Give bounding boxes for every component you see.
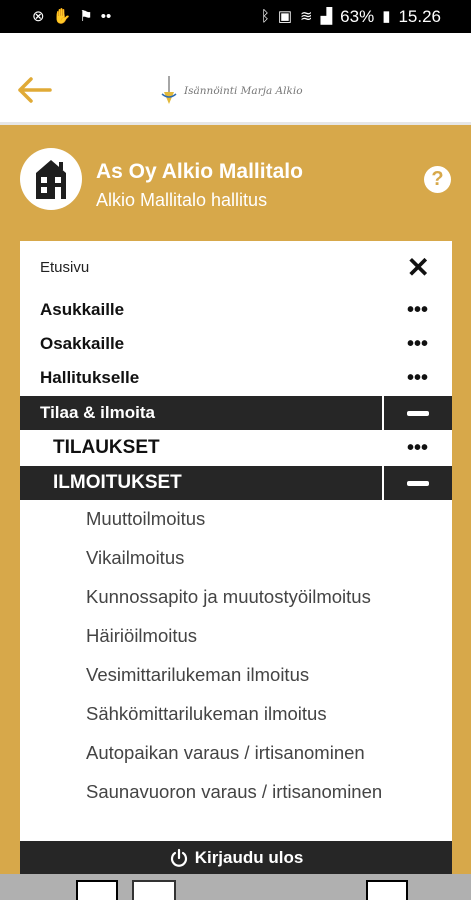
clock: 15.26 bbox=[398, 6, 441, 26]
logout-button[interactable]: Kirjaudu ulos bbox=[20, 841, 452, 874]
building-icon bbox=[36, 160, 66, 199]
logout-label: Kirjaudu ulos bbox=[194, 847, 304, 867]
more-icon[interactable]: ••• bbox=[407, 300, 428, 320]
building-title: As Oy Alkio Mallitalo bbox=[96, 160, 303, 183]
menu-item-label: Hallitukselle bbox=[40, 368, 140, 387]
company-logo: Isännöinti Marja Alkio bbox=[160, 71, 312, 111]
wifi-icon: ≋ bbox=[300, 8, 313, 25]
notification-link[interactable]: Saunavuoron varaus / irtisanominen bbox=[86, 781, 382, 803]
menu-item-tilaa-ilmoita[interactable]: Tilaa & ilmoita bbox=[20, 396, 452, 430]
pen-logo-icon bbox=[161, 76, 177, 104]
building-avatar bbox=[20, 148, 82, 210]
building-header: As Oy Alkio Mallitalo Alkio Mallitalo ha… bbox=[0, 128, 471, 238]
notification-link[interactable]: Vesimittarilukeman ilmoitus bbox=[86, 664, 309, 686]
battery-icon: ▮ bbox=[382, 8, 391, 25]
notification-link[interactable]: Häiriöilmoitus bbox=[86, 625, 197, 647]
menu-item-label: Asukkaille bbox=[40, 300, 125, 319]
power-icon bbox=[170, 848, 187, 867]
menu-item-ilmoitukset[interactable]: ILMOITUKSET bbox=[20, 466, 452, 500]
bottom-content-strip bbox=[0, 874, 471, 900]
more-icon[interactable]: ••• bbox=[407, 334, 428, 354]
back-button[interactable] bbox=[16, 75, 54, 105]
menu-item-label: Osakkaille bbox=[40, 334, 125, 353]
bluetooth-icon: ᛒ bbox=[260, 8, 270, 25]
notification-link[interactable]: Sähkömittarilukeman ilmoitus bbox=[86, 703, 327, 725]
flag-notification-icon: ⚑ bbox=[79, 8, 93, 25]
notification-link[interactable]: Vikailmoitus bbox=[86, 547, 184, 569]
content-thumbnail[interactable] bbox=[366, 880, 408, 900]
menu-item-label: ILMOITUKSET bbox=[53, 472, 182, 493]
menu-item-home[interactable]: Etusivu bbox=[40, 259, 89, 276]
arrow-left-icon bbox=[18, 77, 52, 103]
collapse-button[interactable] bbox=[382, 396, 452, 430]
menu-item-asukkaille[interactable]: Asukkaille ••• bbox=[20, 293, 452, 327]
settings-notification-icon: ⊗ bbox=[32, 8, 45, 25]
signal-icon: ▟ bbox=[320, 8, 333, 25]
collapse-button[interactable] bbox=[382, 466, 452, 500]
menu-item-osakkaille[interactable]: Osakkaille ••• bbox=[20, 327, 452, 361]
hand-notification-icon: ✋ bbox=[52, 8, 72, 25]
notification-link[interactable]: Muuttoilmoitus bbox=[86, 508, 205, 530]
more-icon[interactable]: ••• bbox=[407, 438, 428, 458]
more-icon[interactable]: ••• bbox=[407, 368, 428, 388]
app-bar: Isännöinti Marja Alkio bbox=[0, 33, 471, 125]
notification-link[interactable]: Kunnossapito ja muutostyöilmoitus bbox=[86, 586, 371, 608]
logo-text: Isännöinti Marja Alkio bbox=[184, 85, 303, 97]
menu-item-label: TILAUKSET bbox=[53, 437, 160, 458]
menu-item-label: Tilaa & ilmoita bbox=[40, 403, 155, 422]
help-button[interactable]: ? bbox=[424, 166, 451, 193]
content-thumbnail[interactable] bbox=[132, 880, 176, 900]
close-icon[interactable]: ✕ bbox=[407, 254, 430, 282]
navigation-menu: Etusivu ✕ Asukkaille ••• Osakkaille ••• … bbox=[20, 241, 452, 841]
status-bar: ⊗ ✋ ⚑ •• ᛒ ▣ ≋ ▟ 63% ▮ 15.26 bbox=[0, 0, 471, 33]
building-subtitle: Alkio Mallitalo hallitus bbox=[96, 190, 268, 210]
more-notifications-icon: •• bbox=[100, 8, 112, 25]
status-icons-left: ⊗ ✋ ⚑ •• bbox=[32, 9, 111, 24]
menu-item-tilaukset[interactable]: TILAUKSET ••• bbox=[20, 430, 452, 466]
minus-icon bbox=[407, 410, 429, 416]
battery-percent: 63% bbox=[340, 6, 375, 26]
vibrate-icon: ▣ bbox=[277, 8, 293, 25]
notification-link[interactable]: Autopaikan varaus / irtisanominen bbox=[86, 742, 365, 764]
status-icons-right: ᛒ ▣ ≋ ▟ 63% ▮ 15.26 bbox=[261, 7, 441, 27]
menu-item-hallitukselle[interactable]: Hallitukselle ••• bbox=[20, 361, 452, 395]
minus-icon bbox=[407, 480, 429, 486]
content-thumbnail[interactable] bbox=[76, 880, 118, 900]
